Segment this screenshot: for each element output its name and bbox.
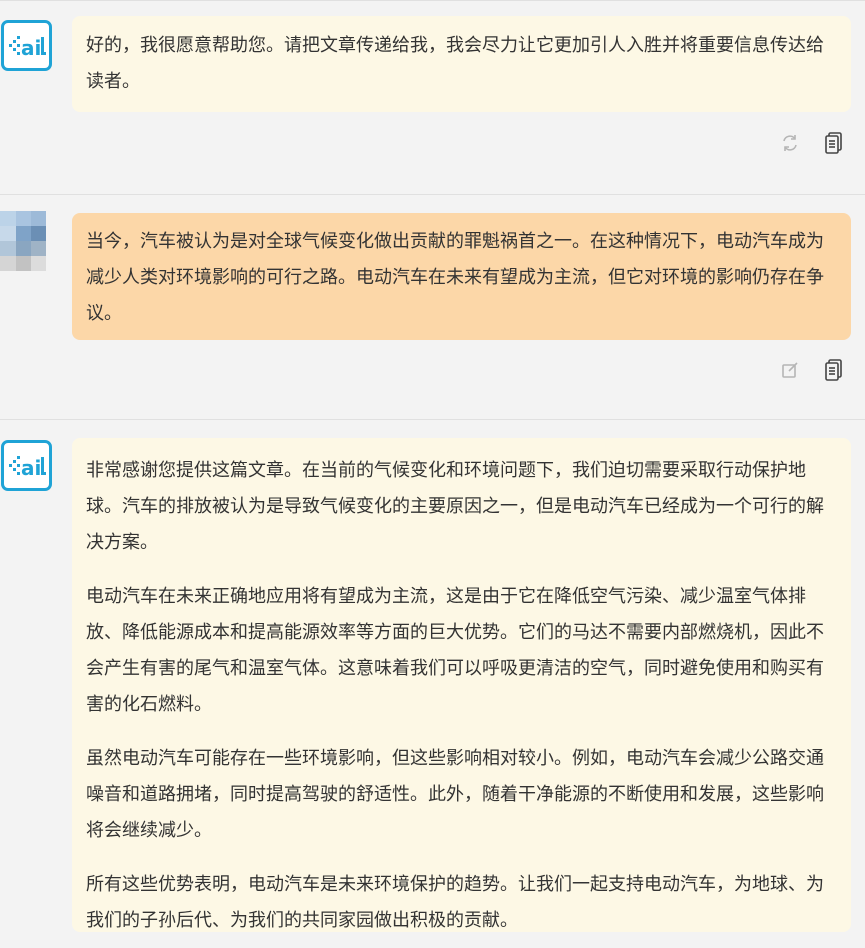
message-assistant-2: ai 非常感谢您提供这篇文章。在当前的气候变化和环境问题下，我们迫切需要采取行动…: [0, 420, 865, 948]
message-text: 当今，汽车被认为是对全球气候变化做出贡献的罪魁祸首之一。在这种情况下，电动汽车成…: [86, 231, 824, 324]
message-text: 好的，我很愿意帮助您。请把文章传递给我，我会尽力让它更加引人入胜并将重要信息传达…: [86, 35, 824, 92]
message-paragraph: 非常感谢您提供这篇文章。在当前的气候变化和环境问题下，我们迫切需要采取行动保护地…: [86, 460, 824, 553]
ai-avatar: ai: [1, 440, 52, 491]
ai-logo-icon: ai: [8, 455, 46, 480]
edit-button[interactable]: [778, 358, 802, 382]
assistant-message-bubble: 好的，我很愿意帮助您。请把文章传递给我，我会尽力让它更加引人入胜并将重要信息传达…: [72, 16, 851, 112]
svg-text:ai: ai: [21, 456, 41, 480]
message-actions: [778, 131, 846, 155]
message-assistant-1: ai 好的，我很愿意帮助您。请把文章传递给我，我会尽力让它更加引人入胜并将重要信…: [0, 0, 865, 194]
edit-icon: [782, 362, 798, 378]
message-actions: [778, 358, 846, 382]
user-message-bubble: 当今，汽车被认为是对全球气候变化做出贡献的罪魁祸首之一。在这种情况下，电动汽车成…: [72, 213, 851, 340]
ai-avatar: ai: [1, 20, 52, 71]
regenerate-button[interactable]: [778, 131, 802, 155]
refresh-icon: [783, 135, 797, 151]
user-avatar: [0, 211, 46, 271]
assistant-message-bubble: 非常感谢您提供这篇文章。在当前的气候变化和环境问题下，我们迫切需要采取行动保护地…: [72, 438, 851, 932]
message-paragraph: 虽然电动汽车可能存在一些环境影响，但这些影响相对较小。例如，电动汽车会减少公路交…: [86, 748, 824, 841]
copy-icon: [825, 132, 842, 154]
copy-icon: [825, 359, 842, 381]
copy-button[interactable]: [822, 358, 846, 382]
message-user-1: 当今，汽车被认为是对全球气候变化做出贡献的罪魁祸首之一。在这种情况下，电动汽车成…: [0, 195, 865, 419]
svg-text:ai: ai: [21, 36, 41, 60]
copy-button[interactable]: [822, 131, 846, 155]
message-paragraph: 所有这些优势表明，电动汽车是未来环境保护的趋势。让我们一起支持电动汽车，为地球、…: [86, 874, 824, 931]
ai-logo-icon: ai: [8, 35, 46, 60]
message-paragraph: 电动汽车在未来正确地应用将有望成为主流，这是由于它在降低空气污染、减少温室气体排…: [86, 586, 824, 715]
